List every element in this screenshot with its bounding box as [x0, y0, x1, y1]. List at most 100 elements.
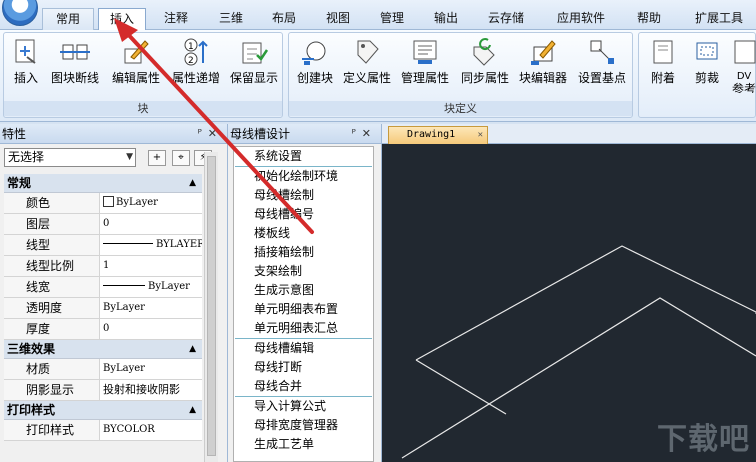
- property-section-header[interactable]: 打印样式 ▲: [4, 401, 202, 420]
- pin-icon[interactable]: ᴾ: [198, 127, 208, 140]
- line-sample-icon: [103, 243, 153, 244]
- selection-dropdown[interactable]: 无选择 ▼: [4, 148, 136, 167]
- ribbon-group-block-definition: 创建块 定义属性 管理属性 同步属性 块编辑器 设置基点 块定义: [288, 32, 633, 118]
- property-value[interactable]: ByLayer: [100, 298, 202, 318]
- property-value-text: ByLayer: [148, 281, 190, 292]
- property-value[interactable]: 0: [100, 214, 202, 234]
- retain-display-button[interactable]: 保留显示: [226, 37, 282, 93]
- property-row[interactable]: 打印样式 BYCOLOR: [4, 420, 202, 441]
- tab-help[interactable]: 帮助: [624, 8, 674, 30]
- tab-layout[interactable]: 布局: [258, 8, 310, 30]
- create-block-icon: [300, 37, 330, 67]
- properties-scrollbar[interactable]: [204, 152, 218, 462]
- sync-attribute-button[interactable]: 同步属性: [457, 37, 513, 93]
- property-value[interactable]: ByLayer: [100, 193, 202, 213]
- busbar-command-item[interactable]: 母线合并: [234, 377, 373, 396]
- property-row[interactable]: 材质 ByLayer: [4, 359, 202, 380]
- create-block-button[interactable]: 创建块: [293, 37, 337, 93]
- busbar-command-item[interactable]: 插接箱绘制: [234, 243, 373, 262]
- property-row[interactable]: 线型比例 1: [4, 256, 202, 277]
- property-value[interactable]: 投射和接收阴影: [100, 380, 202, 400]
- collapse-icon[interactable]: ▲: [189, 174, 196, 193]
- tag-icon: [352, 37, 382, 67]
- set-base-point-button[interactable]: 设置基点: [573, 37, 631, 93]
- collapse-icon[interactable]: ▲: [189, 401, 196, 420]
- property-value[interactable]: 1: [100, 256, 202, 276]
- busbar-command-item[interactable]: 楼板线: [234, 224, 373, 243]
- dwf-reference-button[interactable]: DV 参考: [731, 37, 756, 93]
- tab-common[interactable]: 常用: [42, 8, 94, 30]
- attach-icon: [648, 37, 678, 67]
- tab-extensions[interactable]: 扩展工具: [686, 8, 752, 30]
- app-logo-icon[interactable]: [2, 0, 38, 26]
- tab-annotate[interactable]: 注释: [150, 8, 202, 30]
- tab-manage[interactable]: 管理: [366, 8, 418, 30]
- property-key: 线宽: [4, 277, 100, 297]
- close-icon[interactable]: ✕: [208, 127, 223, 140]
- block-break-line-button[interactable]: 图块断线: [48, 37, 102, 93]
- edit-attribute-button[interactable]: 编辑属性: [108, 37, 164, 93]
- property-section-header[interactable]: 常规 ▲: [4, 174, 202, 193]
- busbar-command-item[interactable]: 母排宽度管理器: [234, 416, 373, 435]
- tab-apps[interactable]: 应用软件: [548, 8, 614, 30]
- busbar-command-item[interactable]: 单元明细表汇总: [234, 319, 373, 338]
- ribbon-group-block-label: 块: [4, 101, 282, 116]
- define-attribute-button[interactable]: 定义属性: [341, 37, 393, 93]
- busbar-command-item[interactable]: 单元明细表布置: [234, 300, 373, 319]
- property-value[interactable]: BYLAYER: [100, 235, 202, 255]
- busbar-command-item[interactable]: 生成工艺单: [234, 435, 373, 454]
- property-value[interactable]: ByLayer: [100, 359, 202, 379]
- close-icon[interactable]: ✕: [362, 127, 377, 140]
- tab-output[interactable]: 输出: [420, 8, 472, 30]
- property-value[interactable]: BYCOLOR: [100, 420, 202, 440]
- sync-icon: [470, 37, 500, 67]
- drawing-tab[interactable]: Drawing1 ✕: [388, 126, 488, 144]
- property-grid: 常规 ▲ 颜色 ByLayer 图层 0 线型 BYLAYER 线型比例 1 线宽 ByLayer 透明…: [4, 174, 202, 441]
- property-key: 材质: [4, 359, 100, 379]
- collapse-icon[interactable]: ▲: [189, 340, 196, 359]
- manage-attribute-icon: [410, 37, 440, 67]
- busbar-command-item[interactable]: 系统设置: [234, 147, 373, 166]
- dwf-icon: [731, 37, 756, 67]
- ribbon-group-block-definition-label: 块定义: [289, 101, 632, 116]
- property-row[interactable]: 颜色 ByLayer: [4, 193, 202, 214]
- property-value[interactable]: 0: [100, 319, 202, 339]
- tab-view[interactable]: 视图: [312, 8, 364, 30]
- tab-insert[interactable]: 插入: [98, 8, 146, 31]
- property-row[interactable]: 图层 0: [4, 214, 202, 235]
- property-row[interactable]: 线宽 ByLayer: [4, 277, 202, 298]
- busbar-command-item[interactable]: 母线槽编号: [234, 205, 373, 224]
- busbar-command-item[interactable]: 母线槽绘制: [234, 186, 373, 205]
- property-key: 图层: [4, 214, 100, 234]
- property-row[interactable]: 线型 BYLAYER: [4, 235, 202, 256]
- chevron-down-icon: ▼: [126, 152, 133, 162]
- busbar-command-item[interactable]: 导入计算公式: [234, 397, 373, 416]
- property-row[interactable]: 透明度 ByLayer: [4, 298, 202, 319]
- block-editor-button[interactable]: 块编辑器: [515, 37, 571, 93]
- attach-button[interactable]: 附着: [643, 37, 683, 93]
- property-row[interactable]: 阴影显示 投射和接收阴影: [4, 380, 202, 401]
- tab-cloud[interactable]: 云存储: [478, 8, 534, 30]
- scrollbar-thumb[interactable]: [207, 156, 216, 456]
- select-objects-icon[interactable]: ⌖: [172, 150, 190, 166]
- busbar-command-item[interactable]: 初始化绘制环境: [234, 167, 373, 186]
- insert-block-button[interactable]: 插入: [8, 37, 44, 93]
- pin-icon[interactable]: ᴾ: [352, 127, 362, 140]
- ribbon: 插入 图块断线 编辑属性 12 属性递增 保留显示 块 创建块 定义属性 管理属…: [0, 30, 756, 122]
- property-row[interactable]: 厚度 0: [4, 319, 202, 340]
- busbar-command-item[interactable]: 生成示意图: [234, 281, 373, 300]
- busbar-command-item[interactable]: 母线槽编辑: [234, 339, 373, 358]
- property-section-header[interactable]: 三维效果 ▲: [4, 340, 202, 359]
- toggle-pickadd-icon[interactable]: +: [148, 150, 166, 166]
- manage-attribute-button[interactable]: 管理属性: [397, 37, 453, 93]
- clip-button[interactable]: 剪裁: [687, 37, 727, 93]
- properties-panel-title: 特性: [2, 127, 27, 141]
- attribute-increment-button[interactable]: 12 属性递增: [168, 37, 224, 93]
- properties-panel: 特性 ᴾ✕ 无选择 ▼ + ⌖ ⚡ 常规 ▲ 颜色 ByLayer 图层 0 线型 BYLAY…: [0, 124, 228, 462]
- busbar-command-item[interactable]: 母线打断: [234, 358, 373, 377]
- block-break-icon: [60, 37, 90, 67]
- property-value[interactable]: ByLayer: [100, 277, 202, 297]
- close-tab-icon[interactable]: ✕: [478, 127, 483, 143]
- busbar-command-item[interactable]: 支架绘制: [234, 262, 373, 281]
- tab-3d[interactable]: 三维: [205, 8, 257, 30]
